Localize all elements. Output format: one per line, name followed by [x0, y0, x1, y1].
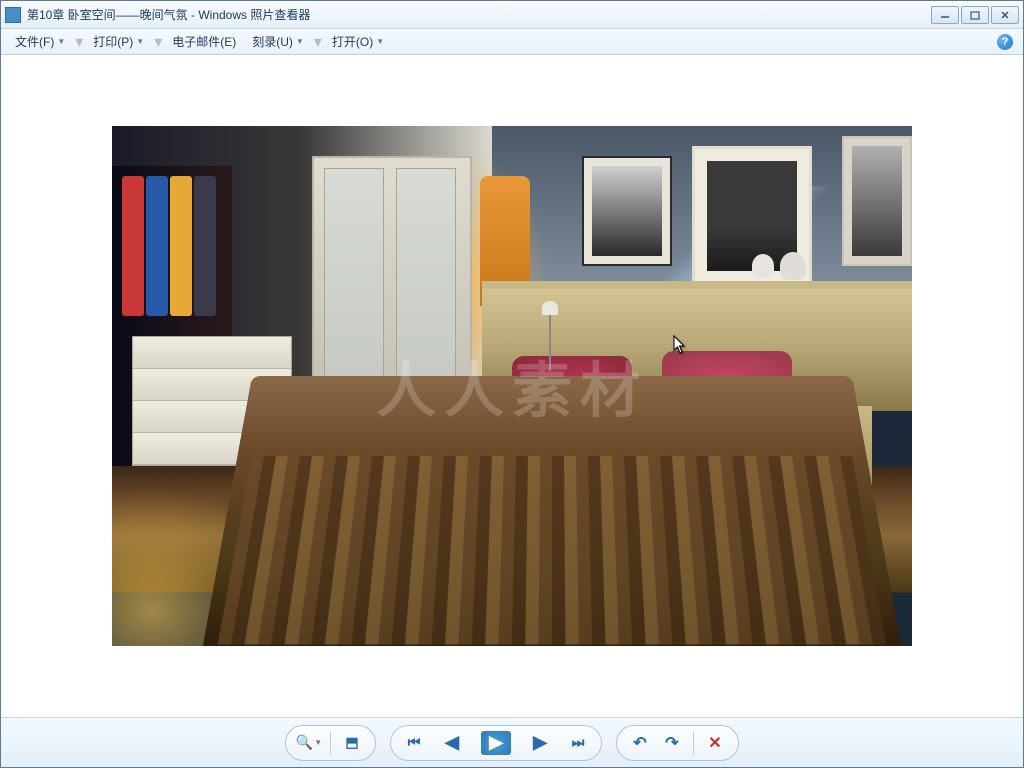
menu-file[interactable]: 文件(F)▼ — [7, 31, 73, 52]
chevron-down-icon: ▼ — [136, 37, 144, 46]
play-slideshow-icon: ▶ — [481, 731, 511, 755]
menu-burn[interactable]: 刻录(U)▼ — [244, 31, 312, 52]
maximize-button[interactable] — [961, 6, 989, 24]
next-button[interactable]: ▶ — [519, 728, 561, 758]
menu-print[interactable]: 打印(P)▼ — [85, 31, 152, 52]
chevron-down-icon: ▼ — [376, 37, 384, 46]
zoom-group: 🔍▼ ⬒ — [285, 725, 376, 761]
toolbar-separator — [330, 731, 331, 755]
menu-bar: 文件(F)▼ ▾ 打印(P)▼ ▾ 电子邮件(E) 刻录(U)▼ ▾ 打开(O)… — [1, 29, 1023, 55]
first-button[interactable]: ⏮ — [399, 729, 429, 757]
delete-button[interactable]: ✕ — [700, 729, 730, 757]
rotate-ccw-icon: ↶ — [633, 733, 646, 753]
menu-open-label: 打开(O) — [332, 33, 373, 50]
displayed-photo: 人人素材 — [112, 126, 912, 646]
close-button[interactable] — [991, 6, 1019, 24]
menu-separator: ▾ — [75, 32, 83, 52]
menu-print-label: 打印(P) — [93, 33, 133, 50]
last-button[interactable]: ⏭ — [563, 729, 593, 757]
menu-separator: ▾ — [154, 32, 162, 52]
help-icon[interactable]: ? — [997, 34, 1013, 50]
toolbar-separator — [693, 731, 694, 755]
zoom-button[interactable]: 🔍▼ — [294, 729, 324, 757]
arrow-left-icon: ◀ — [445, 732, 459, 753]
previous-button[interactable]: ◀ — [431, 728, 473, 758]
chevron-down-icon: ▼ — [57, 37, 65, 46]
nav-group: ⏮ ◀ ▶ ▶ ⏭ — [390, 725, 602, 761]
minimize-button[interactable] — [931, 6, 959, 24]
skip-last-icon: ⏭ — [572, 734, 585, 751]
skip-first-icon: ⏮ — [408, 734, 421, 751]
edit-group: ↶ ↷ ✕ — [616, 725, 739, 761]
rotate-cw-button[interactable]: ↷ — [657, 729, 687, 757]
app-icon — [5, 7, 21, 23]
magnifier-icon: 🔍 — [296, 734, 313, 751]
fit-actual-button[interactable]: ⬒ — [337, 729, 367, 757]
menu-email-label: 电子邮件(E) — [172, 33, 236, 50]
menu-open[interactable]: 打开(O)▼ — [324, 31, 392, 52]
menu-file-label: 文件(F) — [15, 33, 54, 50]
window-title: 第10章 卧室空间——晚间气氛 - Windows 照片查看器 — [27, 6, 931, 23]
chevron-down-icon: ▼ — [314, 738, 322, 747]
rotate-cw-icon: ↷ — [665, 733, 678, 753]
menu-burn-label: 刻录(U) — [252, 33, 293, 50]
delete-x-icon: ✕ — [708, 733, 721, 753]
chevron-down-icon: ▼ — [296, 37, 304, 46]
window-controls — [931, 6, 1019, 24]
slideshow-button[interactable]: ▶ — [475, 728, 517, 758]
menu-separator: ▾ — [314, 32, 322, 52]
title-bar[interactable]: 第10章 卧室空间——晚间气氛 - Windows 照片查看器 — [1, 1, 1023, 29]
fit-icon: ⬒ — [345, 734, 358, 751]
bottom-toolbar: 🔍▼ ⬒ ⏮ ◀ ▶ ▶ ⏭ ↶ ↷ ✕ — [1, 717, 1023, 767]
rotate-ccw-button[interactable]: ↶ — [625, 729, 655, 757]
arrow-right-icon: ▶ — [533, 732, 547, 753]
photo-viewport[interactable]: 人人素材 — [1, 55, 1023, 717]
app-window: 第10章 卧室空间——晚间气氛 - Windows 照片查看器 文件(F)▼ ▾… — [0, 0, 1024, 768]
menu-email[interactable]: 电子邮件(E) — [164, 31, 244, 52]
